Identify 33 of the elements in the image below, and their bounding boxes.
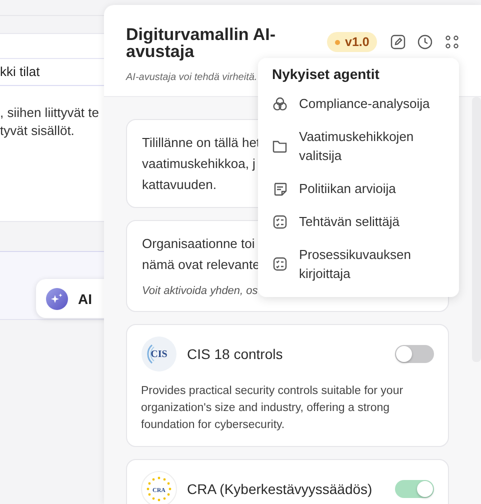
sparkle-icon [46,288,68,310]
menu-item[interactable]: Compliance-analysoija [299,94,430,113]
menu-item[interactable]: Vaatimuskehikkojen valitsija [299,127,445,165]
logo-icon: CIS [141,336,177,372]
message-text: Organisaationne toi [142,235,255,253]
menu-item[interactable]: Tehtävän selittäjä [299,212,400,231]
disclaimer-text: AI-avustaja voi tehdä virheitä. [126,72,258,83]
edit-icon[interactable] [390,34,406,50]
text-field[interactable]: kki tilat [0,58,104,86]
circles-icon [272,96,288,112]
version-badge: v1.0 [327,32,378,52]
message-text: nämä ovat relevante [142,256,260,274]
ai-button[interactable]: AI [36,279,104,318]
toggle-switch[interactable] [395,480,434,498]
menu-item[interactable]: Prosessikuvauksen kirjoittaja [299,245,445,283]
framework-name: CIS 18 controls [187,346,284,362]
framework-description: Provides practical security controls suitable for your organization's size and industry, offering a strong foundation for cybersecurity. [141,384,404,433]
framework-name: CRA (Kyberkestävyyssäädös) [187,481,374,497]
body-text: tyvät sisällöt. [0,122,76,140]
folder-icon [272,138,288,154]
apps-icon[interactable] [444,34,460,50]
clock-icon[interactable] [417,34,434,50]
toggle-switch[interactable] [395,345,434,363]
menu-heading: Nykyiset agentit [271,65,380,83]
menu-item[interactable]: Politiikan arvioija [299,179,396,198]
panel-title: Digiturvamallin AI-avustaja [126,26,277,60]
message-text: kattavuuden. [142,176,216,194]
message-text: vaatimuskehikkoa, j [142,155,256,173]
message-note: Voit aktivoida yhden, os [142,284,258,299]
checklist-icon [272,256,288,272]
body-text: , siihen liittyvät te [0,104,100,122]
checklist-icon [272,214,288,230]
note-icon [272,180,288,196]
